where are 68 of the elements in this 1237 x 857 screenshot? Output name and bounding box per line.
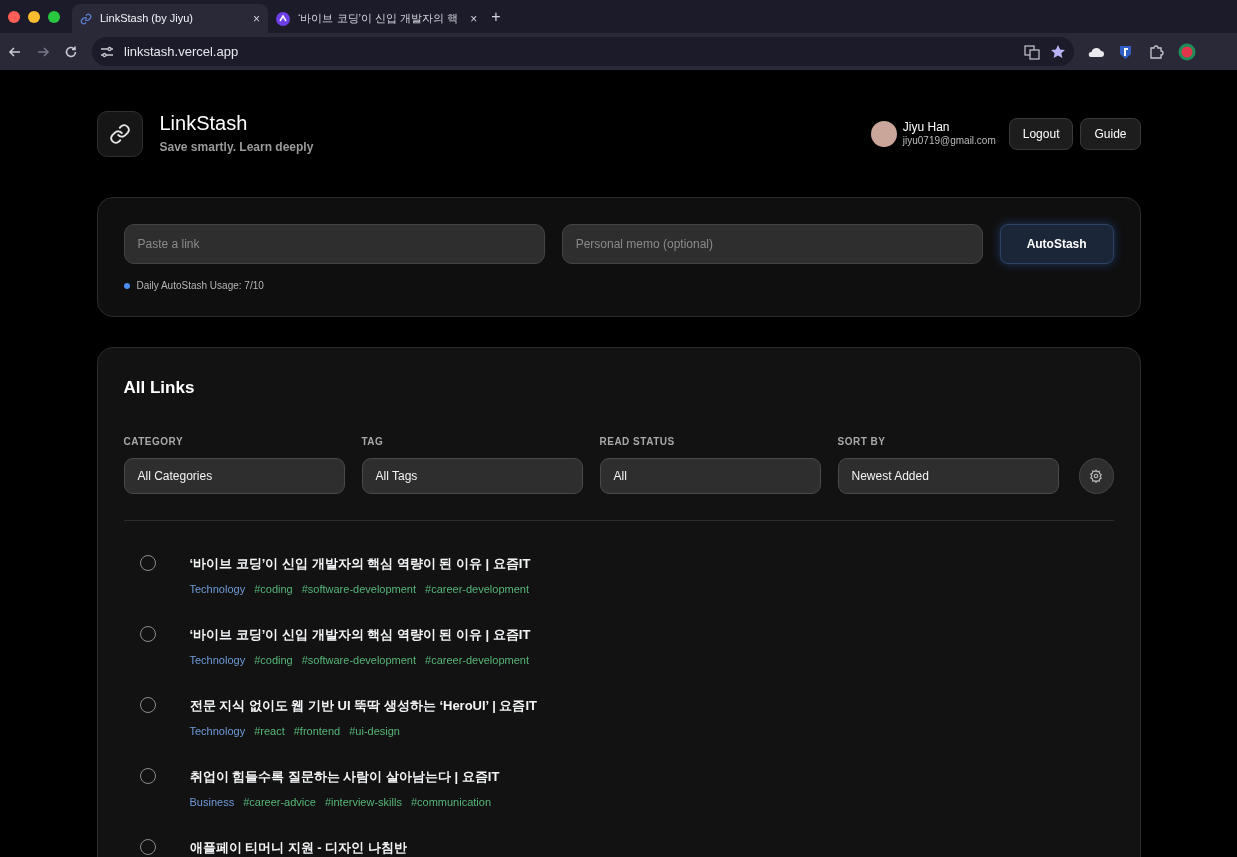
- link-title[interactable]: ‘바이브 코딩’이 신입 개발자의 핵심 역량이 된 이유 | 요즘IT: [189, 554, 531, 573]
- tag-label[interactable]: #interview-skills: [324, 793, 402, 810]
- puzzle-icon[interactable]: [1148, 43, 1164, 60]
- filter-label: SORT BY: [837, 434, 887, 449]
- forward-icon[interactable]: [36, 44, 50, 59]
- tag-label[interactable]: #career-development: [425, 651, 529, 668]
- panel-title: All Links: [123, 377, 196, 399]
- category-label: Technology: [189, 652, 246, 668]
- link-input-field[interactable]: Paste a link: [123, 224, 545, 264]
- link-title[interactable]: ‘바이브 코딩’이 신입 개발자의 핵심 역량이 된 이유 | 요즘IT: [189, 625, 531, 644]
- app-tagline: Save smartly. Learn deeply: [159, 139, 314, 156]
- site-settings-icon[interactable]: [100, 45, 114, 58]
- category-label: Technology: [189, 723, 246, 739]
- tag-label[interactable]: #software-development: [301, 580, 417, 597]
- close-tab-button[interactable]: ×: [253, 9, 260, 28]
- browser-tab[interactable]: ‘바이브 코딩’이 신입 개발자의 핵 ×: [268, 4, 486, 33]
- reload-icon[interactable]: [64, 44, 78, 59]
- tag-label[interactable]: #coding: [254, 580, 293, 597]
- category-label: Business: [189, 794, 235, 810]
- settings-button[interactable]: [1078, 457, 1114, 494]
- autostash-button[interactable]: AutoStash: [999, 224, 1114, 264]
- filter-label: TAG: [361, 434, 385, 449]
- tag-label[interactable]: #react: [254, 722, 285, 739]
- link-title[interactable]: 취업이 힘들수록 질문하는 사람이 살아남는다 | 요즘IT: [189, 767, 500, 786]
- memo-input-field[interactable]: Personal memo (optional): [561, 224, 983, 264]
- translate-icon[interactable]: [1024, 43, 1040, 60]
- tag-label[interactable]: #frontend: [293, 722, 341, 739]
- tab-title: LinkStash (by Jiyu): [100, 11, 194, 27]
- filter-dropdown[interactable]: All Tags: [361, 457, 583, 494]
- profile-icon[interactable]: [1178, 42, 1196, 61]
- site-logo-icon: [276, 11, 290, 26]
- maximize-window-icon[interactable]: [48, 10, 60, 23]
- close-window-icon[interactable]: [8, 10, 20, 23]
- category-label: Technology: [189, 581, 246, 597]
- filter-label: CATEGORY: [123, 434, 185, 449]
- avatar: [870, 120, 897, 147]
- link-title[interactable]: 전문 지식 없이도 웹 기반 UI 뚝딱 생성하는 ‘HeroUI’ | 요즘IT: [189, 696, 537, 715]
- address-bar[interactable]: linkstash.vercel.app: [92, 37, 1074, 66]
- bookmark-star-icon[interactable]: [1050, 43, 1066, 60]
- header-button[interactable]: Logout: [1008, 117, 1074, 150]
- usage-text: Daily AutoStash Usage: 7/10: [136, 279, 264, 293]
- link-title[interactable]: 애플페이 티머니 지원 - 디자인 나침반: [189, 838, 407, 857]
- tag-label[interactable]: #career-development: [425, 580, 529, 597]
- new-tab-button[interactable]: +: [485, 4, 507, 29]
- filter-dropdown[interactable]: Newest Added: [837, 457, 1059, 494]
- cloud-icon[interactable]: [1088, 45, 1104, 58]
- link-icon: [80, 12, 92, 25]
- browser-tab[interactable]: LinkStash (by Jiyu) ×: [72, 4, 268, 33]
- header-button[interactable]: Guide: [1080, 117, 1141, 150]
- user-email: jiyu0719@gmail.com: [902, 134, 996, 147]
- close-tab-button[interactable]: ×: [470, 9, 478, 28]
- link-icon: [108, 122, 131, 145]
- settings-icon: [1089, 468, 1103, 483]
- tag-label[interactable]: #ui-design: [349, 722, 400, 739]
- back-icon[interactable]: [8, 44, 22, 59]
- tag-label[interactable]: #career-advice: [243, 793, 316, 810]
- filter-label: READ STATUS: [599, 434, 676, 449]
- shield-extension-icon[interactable]: [1118, 43, 1134, 60]
- user-name: Jiyu Han: [902, 120, 951, 134]
- filter-dropdown[interactable]: All: [599, 457, 821, 494]
- url-text: linkstash.vercel.app: [124, 42, 240, 61]
- tag-label[interactable]: #coding: [254, 651, 293, 668]
- minimize-window-icon[interactable]: [28, 10, 40, 23]
- tag-label[interactable]: #software-development: [301, 651, 417, 668]
- app-title: LinkStash: [159, 111, 249, 135]
- tab-title: ‘바이브 코딩’이 신입 개발자의 핵: [298, 11, 459, 27]
- filter-dropdown[interactable]: All Categories: [123, 457, 345, 494]
- tag-label[interactable]: #communication: [410, 793, 492, 810]
